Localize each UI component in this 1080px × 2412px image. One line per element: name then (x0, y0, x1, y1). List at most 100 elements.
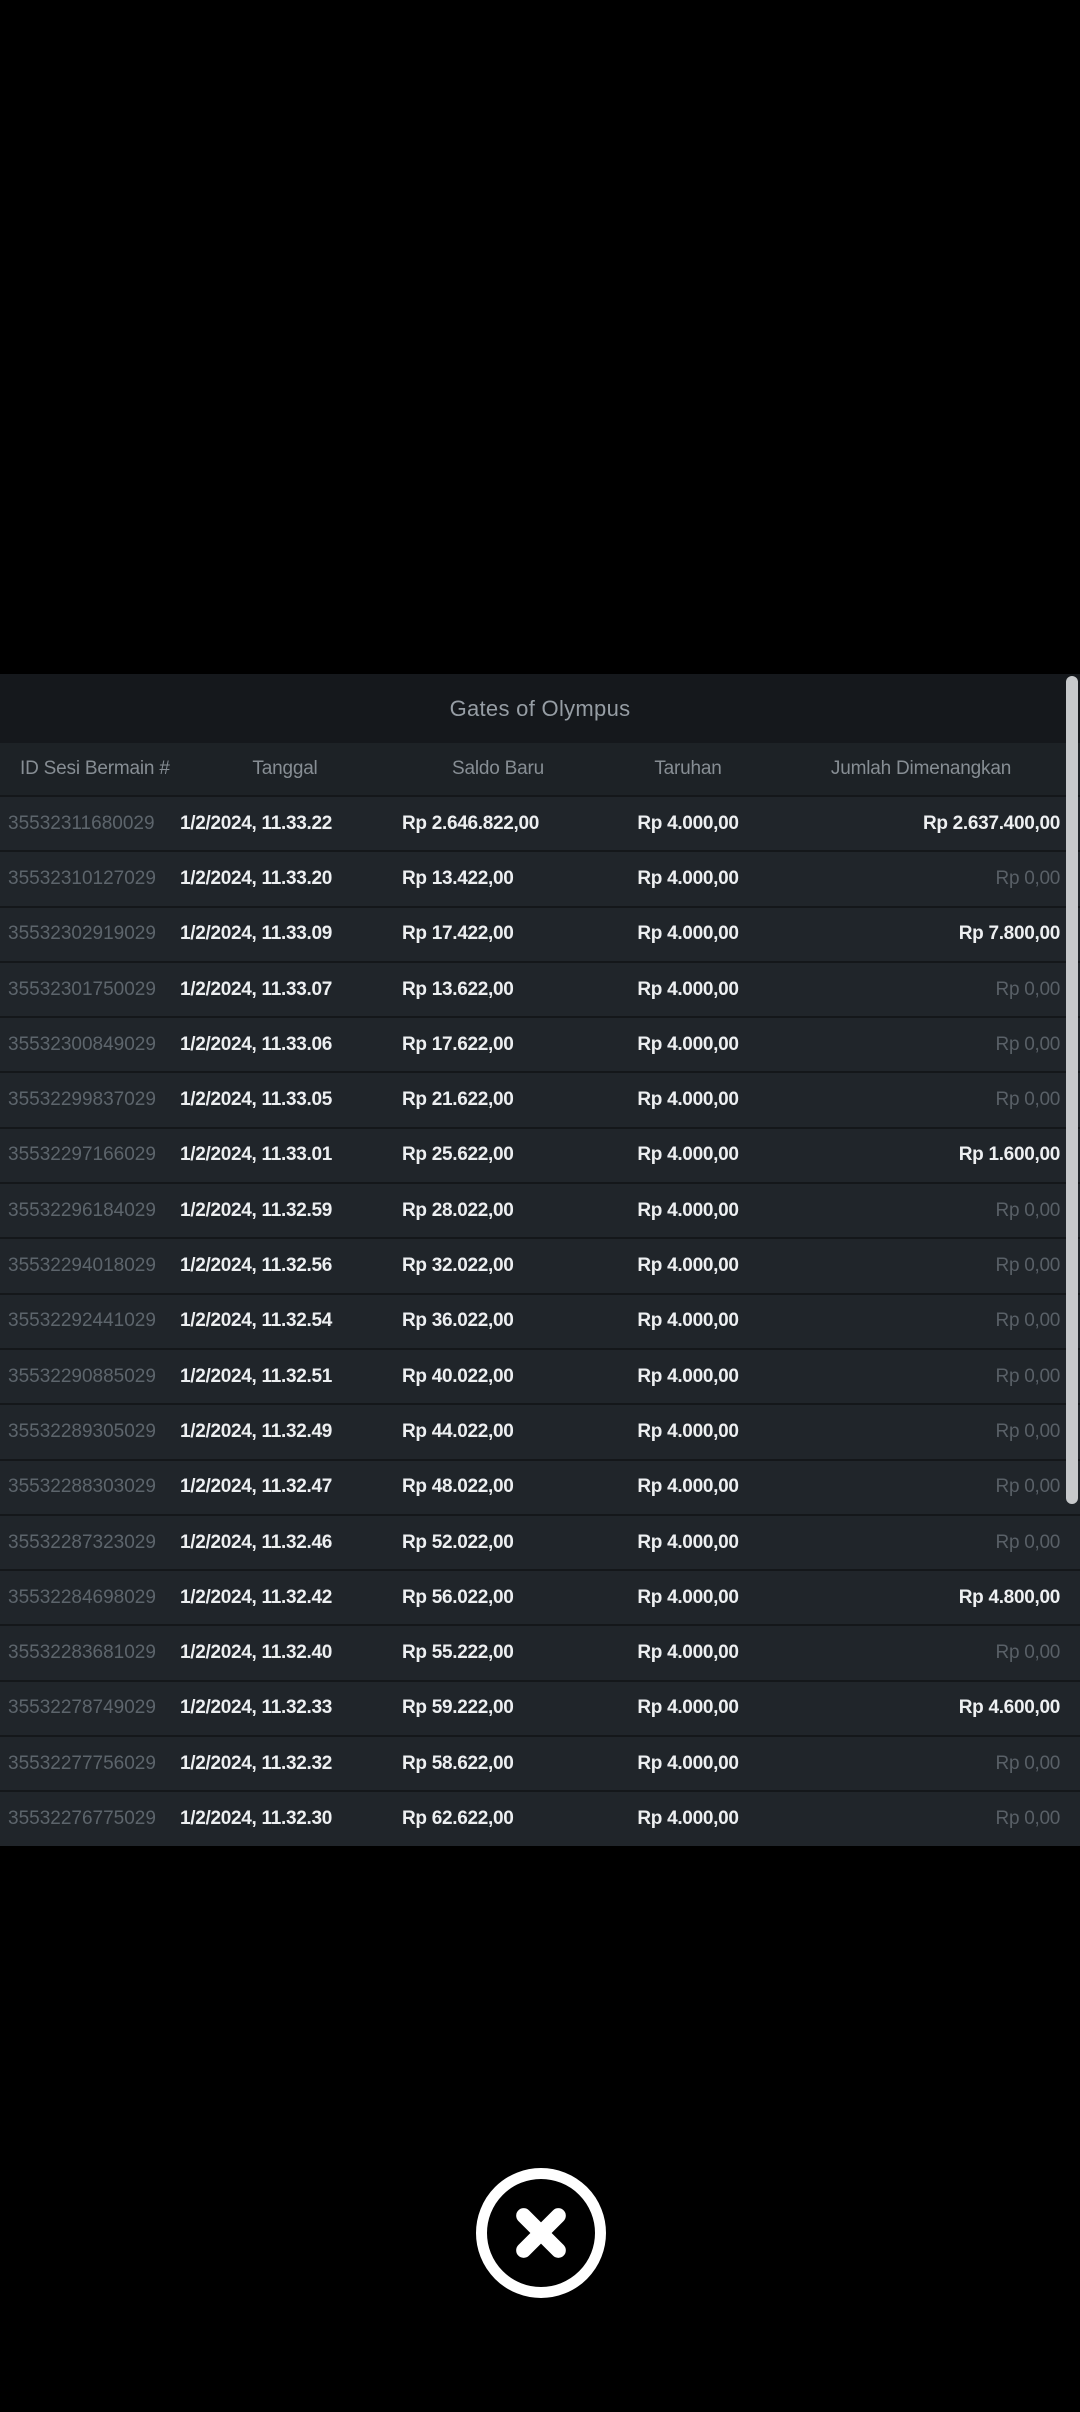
cell-session-id: 35532290885029 (8, 1365, 156, 1387)
game-history-screen: Gates of Olympus ID Sesi Bermain # Tangg… (0, 0, 1080, 2412)
cell-session-id: 35532277756029 (8, 1752, 156, 1774)
cell-win-amount: Rp 0,00 (995, 1420, 1061, 1442)
cell-win-amount: Rp 0,00 (995, 867, 1061, 889)
cell-new-balance: Rp 40.022,00 (402, 1365, 514, 1387)
table-row: 35532296184029 1/2/2024, 11.32.59 Rp 28.… (0, 1182, 1080, 1238)
cell-bet: Rp 4.000,00 (637, 1089, 739, 1111)
cell-session-id: 35532276775029 (8, 1807, 156, 1829)
column-header-session-id: ID Sesi Bermain # (20, 758, 170, 779)
cell-win-amount: Rp 0,00 (995, 1752, 1061, 1774)
cell-new-balance: Rp 32.022,00 (402, 1255, 514, 1277)
cell-date: 1/2/2024, 11.32.59 (180, 1199, 333, 1221)
cell-session-id: 35532310127029 (8, 867, 156, 889)
cell-bet: Rp 4.000,00 (637, 923, 739, 945)
cell-bet: Rp 4.000,00 (637, 867, 739, 889)
cell-new-balance: Rp 62.622,00 (402, 1807, 514, 1829)
cell-session-id: 35532283681029 (8, 1642, 156, 1664)
cell-date: 1/2/2024, 11.33.22 (180, 812, 333, 834)
cell-session-id: 35532299837029 (8, 1089, 156, 1111)
cell-bet: Rp 4.000,00 (637, 1255, 739, 1277)
table-row: 35532283681029 1/2/2024, 11.32.40 Rp 55.… (0, 1624, 1080, 1680)
cell-bet: Rp 4.000,00 (637, 1420, 739, 1442)
cell-new-balance: Rp 58.622,00 (402, 1752, 514, 1774)
cell-win-amount: Rp 0,00 (995, 1365, 1061, 1387)
cell-new-balance: Rp 48.022,00 (402, 1476, 514, 1498)
cell-new-balance: Rp 21.622,00 (402, 1089, 514, 1111)
table-row: 35532276775029 1/2/2024, 11.32.30 Rp 62.… (0, 1790, 1080, 1846)
table-row: 35532301750029 1/2/2024, 11.33.07 Rp 13.… (0, 960, 1080, 1017)
cell-win-amount: Rp 0,00 (995, 1531, 1061, 1553)
cell-date: 1/2/2024, 11.32.56 (180, 1255, 333, 1277)
cell-session-id: 35532288303029 (8, 1476, 156, 1498)
cell-date: 1/2/2024, 11.32.42 (180, 1586, 333, 1608)
cell-new-balance: Rp 13.622,00 (402, 978, 514, 1000)
column-header-bet: Taruhan (654, 758, 722, 779)
cell-new-balance: Rp 55.222,00 (402, 1642, 514, 1664)
cell-date: 1/2/2024, 11.32.49 (180, 1420, 333, 1442)
cell-date: 1/2/2024, 11.32.30 (180, 1807, 333, 1829)
cell-date: 1/2/2024, 11.33.05 (180, 1089, 333, 1111)
cell-date: 1/2/2024, 11.32.46 (180, 1531, 333, 1553)
cell-session-id: 35532284698029 (8, 1586, 156, 1608)
table-row: 35532284698029 1/2/2024, 11.32.42 Rp 56.… (0, 1569, 1080, 1625)
table-row: 35532290885029 1/2/2024, 11.32.51 Rp 40.… (0, 1347, 1080, 1404)
table-row: 35532311680029 1/2/2024, 11.33.22 Rp 2.6… (0, 795, 1080, 851)
cell-win-amount: Rp 0,00 (995, 1255, 1061, 1277)
cell-session-id: 35532287323029 (8, 1531, 156, 1553)
cell-bet: Rp 4.000,00 (637, 978, 739, 1000)
cell-win-amount: Rp 0,00 (995, 1089, 1061, 1111)
cell-new-balance: Rp 52.022,00 (402, 1531, 514, 1553)
cell-date: 1/2/2024, 11.32.51 (180, 1365, 333, 1387)
cell-session-id: 35532292441029 (8, 1310, 156, 1332)
cell-session-id: 35532297166029 (8, 1144, 156, 1166)
cell-date: 1/2/2024, 11.32.32 (180, 1752, 333, 1774)
cell-session-id: 35532289305029 (8, 1420, 156, 1442)
column-header-date: Tanggal (252, 758, 318, 779)
cell-date: 1/2/2024, 11.33.20 (180, 867, 333, 889)
cell-new-balance: Rp 2.646.822,00 (402, 812, 540, 834)
cell-new-balance: Rp 25.622,00 (402, 1144, 514, 1166)
cell-session-id: 35532294018029 (8, 1255, 156, 1277)
cell-date: 1/2/2024, 11.33.07 (180, 978, 333, 1000)
cell-new-balance: Rp 44.022,00 (402, 1420, 514, 1442)
cell-win-amount: Rp 2.637.400,00 (922, 812, 1060, 834)
table-header: ID Sesi Bermain # Tanggal Saldo Baru Tar… (0, 743, 1080, 795)
cell-session-id: 35532311680029 (8, 812, 155, 834)
cell-win-amount: Rp 0,00 (995, 1310, 1061, 1332)
table-row: 35532292441029 1/2/2024, 11.32.54 Rp 36.… (0, 1292, 1080, 1348)
scrollbar-thumb[interactable] (1066, 676, 1078, 1504)
table-row: 35532294018029 1/2/2024, 11.32.56 Rp 32.… (0, 1237, 1080, 1293)
modal-titlebar: Gates of Olympus (0, 674, 1080, 743)
close-button[interactable] (476, 2168, 606, 2298)
cell-bet: Rp 4.000,00 (637, 812, 739, 834)
cell-win-amount: Rp 7.800,00 (958, 923, 1061, 945)
cell-win-amount: Rp 0,00 (995, 1807, 1061, 1829)
table-row: 35532302919029 1/2/2024, 11.33.09 Rp 17.… (0, 905, 1080, 961)
cell-date: 1/2/2024, 11.32.47 (180, 1476, 333, 1498)
column-header-new-balance: Saldo Baru (451, 758, 544, 779)
close-icon (487, 2179, 595, 2287)
cell-new-balance: Rp 28.022,00 (402, 1199, 514, 1221)
cell-bet: Rp 4.000,00 (637, 1365, 739, 1387)
cell-date: 1/2/2024, 11.32.33 (180, 1697, 333, 1719)
table-body: 35532311680029 1/2/2024, 11.33.22 Rp 2.6… (0, 795, 1080, 1846)
cell-win-amount: Rp 0,00 (995, 1199, 1061, 1221)
cell-win-amount: Rp 0,00 (995, 1033, 1061, 1055)
cell-bet: Rp 4.000,00 (637, 1586, 739, 1608)
table-row: 35532300849029 1/2/2024, 11.33.06 Rp 17.… (0, 1016, 1080, 1072)
cell-date: 1/2/2024, 11.32.40 (180, 1642, 333, 1664)
cell-bet: Rp 4.000,00 (637, 1807, 739, 1829)
cell-date: 1/2/2024, 11.33.09 (180, 923, 333, 945)
table-row: 35532277756029 1/2/2024, 11.32.32 Rp 58.… (0, 1735, 1080, 1791)
cell-new-balance: Rp 36.022,00 (402, 1310, 514, 1332)
table-row: 35532287323029 1/2/2024, 11.32.46 Rp 52.… (0, 1513, 1080, 1570)
cell-session-id: 35532302919029 (8, 923, 156, 945)
table-row: 35532297166029 1/2/2024, 11.33.01 Rp 25.… (0, 1126, 1080, 1183)
cell-bet: Rp 4.000,00 (637, 1033, 739, 1055)
cell-session-id: 35532301750029 (8, 978, 156, 1000)
cell-win-amount: Rp 0,00 (995, 1642, 1061, 1664)
cell-win-amount: Rp 1.600,00 (958, 1144, 1061, 1166)
cell-win-amount: Rp 4.600,00 (958, 1697, 1061, 1719)
game-history-panel: Gates of Olympus ID Sesi Bermain # Tangg… (0, 674, 1080, 1846)
cell-bet: Rp 4.000,00 (637, 1310, 739, 1332)
